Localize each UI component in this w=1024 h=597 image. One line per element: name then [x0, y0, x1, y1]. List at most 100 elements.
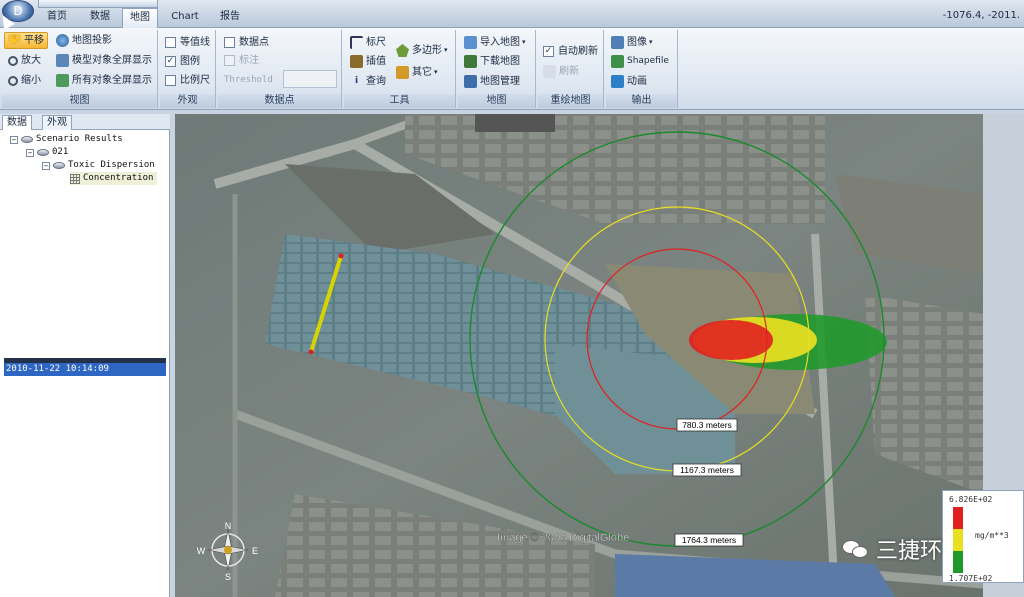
- plume-red-zone: [689, 320, 773, 360]
- source-endpoint: [308, 349, 314, 355]
- ruler-button[interactable]: 标尺: [350, 34, 386, 51]
- threshold-input[interactable]: [283, 70, 337, 88]
- all-fullscreen-button[interactable]: 所有对象全屏显示: [56, 72, 152, 89]
- download-map-icon: [464, 55, 477, 68]
- other-button[interactable]: 其它 ▾: [396, 64, 438, 81]
- tab-chart[interactable]: Chart: [164, 8, 206, 28]
- import-map-icon: [464, 36, 477, 49]
- group-label-map: 地图: [458, 94, 535, 108]
- globe-icon: [56, 34, 69, 47]
- panel-tab-data[interactable]: 数据: [2, 115, 32, 130]
- checkbox-unchecked-icon: [165, 75, 176, 86]
- auto-refresh-checkbox[interactable]: ✓ 自动刷新: [543, 43, 598, 60]
- grid-icon: [70, 173, 80, 184]
- tree-item-021[interactable]: −021: [26, 146, 68, 159]
- panel-tabs: 数据 外观: [0, 114, 170, 130]
- compass-e: E: [252, 546, 258, 556]
- ring-label-outer: 1764.3 meters: [682, 535, 736, 545]
- interpolate-icon: [350, 55, 363, 68]
- legend-unit: mg/m**3: [975, 531, 1009, 540]
- data-panel: 数据 外观 − Scenario Results −021 − Toxic Disp…: [0, 114, 170, 597]
- hand-icon: ✋: [8, 34, 21, 47]
- chat-bubble-icon: [842, 538, 870, 560]
- database-icon: [37, 149, 49, 156]
- full-extent-icon: [56, 74, 69, 87]
- tree-item-toxic-dispersion[interactable]: − Toxic Dispersion: [42, 159, 155, 172]
- tab-map[interactable]: 地图: [122, 8, 158, 28]
- tab-report[interactable]: 报告: [212, 8, 248, 28]
- tools-icon: [396, 66, 409, 79]
- checkbox-disabled-icon: [224, 55, 235, 66]
- building-block: [475, 114, 555, 132]
- group-label-tools: 工具: [344, 94, 455, 108]
- dropdown-arrow-icon: ▾: [649, 38, 653, 46]
- ruler-icon: [350, 36, 363, 49]
- compass-n: N: [225, 521, 232, 531]
- checkbox-checked-icon: ✓: [165, 56, 176, 67]
- animation-icon: [611, 75, 624, 88]
- collapse-icon[interactable]: −: [42, 161, 50, 170]
- pan-button[interactable]: ✋ 平移: [4, 32, 48, 49]
- tree-item-scenario-results[interactable]: − Scenario Results: [10, 133, 123, 146]
- shapefile-button[interactable]: Shapefile: [611, 53, 669, 70]
- refresh-icon: [543, 65, 556, 78]
- time-list-item[interactable]: 2010-11-22 10:14:09: [4, 363, 166, 376]
- checkbox-unchecked-icon: [224, 37, 235, 48]
- zoom-in-button[interactable]: 放大: [8, 52, 41, 69]
- info-icon: i: [354, 76, 359, 86]
- scale-checkbox[interactable]: 比例尺: [165, 72, 210, 89]
- group-map: 导入地图 ▾ 下载地图 地图管理 地图: [458, 30, 536, 108]
- legend-swatch-green: [953, 551, 963, 573]
- group-label-view: 视图: [2, 94, 157, 108]
- map-manage-button[interactable]: 地图管理: [464, 73, 520, 90]
- collapse-icon[interactable]: −: [10, 135, 18, 144]
- compass-s: S: [225, 572, 231, 582]
- legend-swatch-red: [953, 507, 963, 529]
- imagery-credit: Image © 2008 DigitalGlobe: [497, 532, 629, 544]
- polygon-button[interactable]: 多边形 ▾: [396, 42, 448, 59]
- contour-checkbox[interactable]: 等值线: [165, 34, 210, 51]
- image-button[interactable]: 图像 ▾: [611, 34, 653, 51]
- interpolate-button[interactable]: 插值: [350, 53, 386, 70]
- polygon-icon: [396, 44, 409, 57]
- concentration-legend: 6.826E+02 mg/m**3 1.707E+02: [942, 490, 1024, 583]
- query-button[interactable]: i 查询: [350, 73, 386, 90]
- map-canvas[interactable]: 780.3 meters 1167.3 meters 1764.3 meters…: [175, 114, 983, 597]
- model-extent-icon: [56, 54, 69, 67]
- legend-max: 6.826E+02: [949, 495, 993, 504]
- tab-data[interactable]: 数据: [82, 8, 118, 28]
- ring-label-inner: 780.3 meters: [682, 420, 732, 430]
- database-icon: [53, 162, 65, 169]
- threshold-label: Threshold: [224, 75, 273, 85]
- group-label-output: 输出: [606, 94, 677, 108]
- group-label-appearance: 外观: [160, 94, 215, 108]
- map-view[interactable]: 780.3 meters 1167.3 meters 1764.3 meters…: [175, 114, 983, 597]
- group-redraw: ✓ 自动刷新 刷新 重绘地图: [538, 30, 604, 108]
- tab-home[interactable]: 首页: [40, 8, 74, 28]
- checkbox-unchecked-icon: [165, 37, 176, 48]
- import-map-button[interactable]: 导入地图 ▾: [464, 34, 526, 51]
- group-output: 图像 ▾ Shapefile 动画 输出: [606, 30, 678, 108]
- image-icon: [611, 36, 624, 49]
- zoom-in-icon: [8, 55, 18, 66]
- tree-item-concentration[interactable]: Concentration: [70, 172, 158, 185]
- zoom-out-button[interactable]: 缩小: [8, 72, 41, 89]
- map-manage-icon: [464, 75, 477, 88]
- group-label-redraw: 重绘地图: [538, 94, 603, 108]
- zoom-out-icon: [8, 75, 18, 86]
- group-label-datapoints: 数据点: [218, 94, 341, 108]
- download-map-button[interactable]: 下载地图: [464, 53, 520, 70]
- collapse-icon[interactable]: −: [26, 148, 34, 157]
- dropdown-arrow-icon: ▾: [434, 68, 438, 76]
- group-appearance: 等值线 ✓ 图例 比例尺 外观: [160, 30, 216, 108]
- datapoint-checkbox[interactable]: 数据点: [224, 34, 269, 51]
- annotate-checkbox[interactable]: 标注: [224, 52, 259, 69]
- animation-button[interactable]: 动画: [611, 73, 647, 90]
- panel-tab-appearance[interactable]: 外观: [42, 115, 72, 130]
- refresh-button[interactable]: 刷新: [543, 63, 579, 80]
- dropdown-arrow-icon: ▾: [444, 46, 448, 54]
- map-projection-button[interactable]: 地图投影: [56, 32, 112, 49]
- legend-checkbox[interactable]: ✓ 图例: [165, 53, 200, 70]
- dropdown-arrow-icon: ▾: [522, 38, 526, 46]
- model-fullscreen-button[interactable]: 模型对象全屏显示: [56, 52, 152, 69]
